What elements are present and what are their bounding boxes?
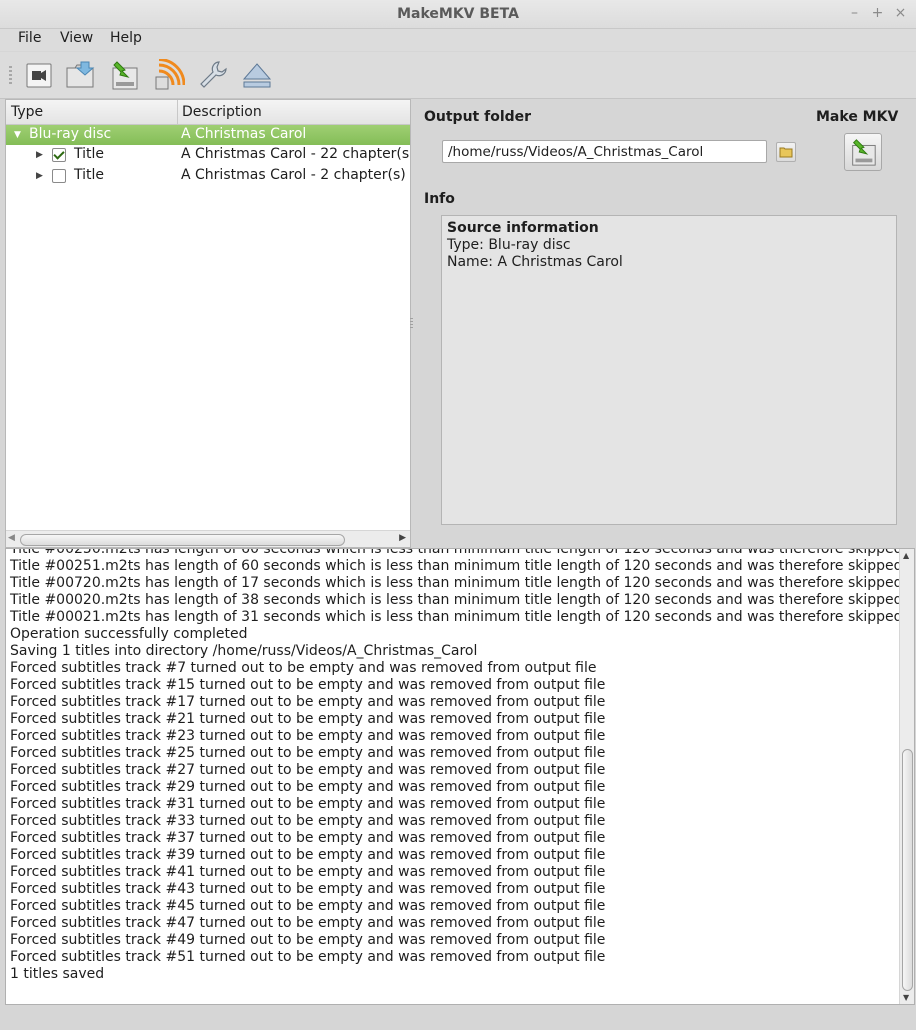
log-line: Forced subtitles track #51 turned out to… xyxy=(10,949,606,965)
make-mkv-button[interactable] xyxy=(844,133,882,171)
log-line: Forced subtitles track #39 turned out to… xyxy=(10,847,606,863)
row-description: A Christmas Carol - 2 chapter(s) , 2.1 G… xyxy=(181,167,410,183)
info-label: Info xyxy=(424,191,455,207)
log-line: Forced subtitles track #43 turned out to… xyxy=(10,881,606,897)
scroll-left-icon[interactable]: ◀ xyxy=(8,533,15,543)
info-heading: Source information xyxy=(447,220,599,236)
scroll-right-icon[interactable]: ▶ xyxy=(399,533,406,543)
row-type: Title xyxy=(74,167,105,183)
log-line: Forced subtitles track #23 turned out to… xyxy=(10,728,606,744)
log-line: 1 titles saved xyxy=(10,966,105,982)
scroll-down-icon[interactable]: ▼ xyxy=(903,993,909,1002)
scroll-up-icon[interactable]: ▲ xyxy=(903,551,909,560)
maximize-button[interactable]: + xyxy=(870,5,885,21)
log-text: Title #00250.m2ts has length of 60 secon… xyxy=(10,548,903,983)
title-checkbox[interactable] xyxy=(52,169,66,183)
row-description: A Christmas Carol - 22 chapter(s) , 3.1 … xyxy=(181,146,410,162)
open-files-icon xyxy=(26,63,52,88)
log-line: Forced subtitles track #17 turned out to… xyxy=(10,694,606,710)
open-files-button[interactable] xyxy=(22,58,56,92)
log-line: Forced subtitles track #31 turned out to… xyxy=(10,796,606,812)
menu-help[interactable]: Help xyxy=(110,30,142,46)
stream-icon xyxy=(155,59,185,90)
eject-button[interactable] xyxy=(240,58,274,92)
info-panel: Source information Type: Blu-ray disc Na… xyxy=(441,215,897,525)
browse-folder-button[interactable] xyxy=(776,142,796,162)
close-button[interactable]: × xyxy=(893,5,908,21)
open-disc-button[interactable] xyxy=(63,58,97,92)
minimize-button[interactable]: – xyxy=(847,5,862,21)
toolbar xyxy=(0,52,916,99)
column-type[interactable]: Type xyxy=(11,104,43,120)
log-panel[interactable]: Title #00250.m2ts has length of 60 secon… xyxy=(5,548,915,1005)
make-mkv-label: Make MKV xyxy=(816,109,899,125)
info-type: Type: Blu-ray disc xyxy=(447,237,571,253)
output-folder-input[interactable]: /home/russ/Videos/A_Christmas_Carol xyxy=(442,140,767,163)
log-line: Title #00250.m2ts has length of 60 secon… xyxy=(10,548,903,557)
vertical-scrollbar[interactable]: ▲ ▼ xyxy=(899,549,914,1004)
log-line: Title #00720.m2ts has length of 17 secon… xyxy=(10,575,903,591)
backup-icon xyxy=(112,61,138,90)
menu-file[interactable]: File xyxy=(18,30,41,46)
log-line: Title #00021.m2ts has length of 31 secon… xyxy=(10,609,903,625)
expand-arrow-icon[interactable]: ▼ xyxy=(14,130,21,140)
column-separator[interactable] xyxy=(177,100,178,124)
status-bar xyxy=(0,1006,916,1030)
log-line: Saving 1 titles into directory /home/rus… xyxy=(10,643,478,659)
log-line: Forced subtitles track #45 turned out to… xyxy=(10,898,606,914)
info-name: Name: A Christmas Carol xyxy=(447,254,623,270)
menu-bar: File View Help xyxy=(0,29,916,51)
menu-view[interactable]: View xyxy=(60,30,93,46)
wrench-icon xyxy=(200,61,227,88)
log-line: Title #00251.m2ts has length of 60 secon… xyxy=(10,558,903,574)
log-line: Title #00020.m2ts has length of 38 secon… xyxy=(10,592,903,608)
log-line: Operation successfully completed xyxy=(10,626,248,642)
disc-tree[interactable]: Type Description ▼ Blu-ray disc A Christ… xyxy=(5,99,411,548)
log-line: Forced subtitles track #15 turned out to… xyxy=(10,677,606,693)
log-line: Forced subtitles track #27 turned out to… xyxy=(10,762,606,778)
collapsed-arrow-icon[interactable]: ▶ xyxy=(36,171,43,181)
log-line: Forced subtitles track #21 turned out to… xyxy=(10,711,606,727)
scrollbar-thumb[interactable] xyxy=(902,749,913,991)
make-mkv-icon xyxy=(852,139,876,166)
tree-row-title[interactable]: ▶ Title A Christmas Carol - 2 chapter(s)… xyxy=(6,166,410,186)
scrollbar-thumb[interactable] xyxy=(20,534,345,546)
settings-button[interactable] xyxy=(196,58,230,92)
eject-icon xyxy=(242,63,272,88)
title-checkbox[interactable] xyxy=(52,148,66,162)
stream-button[interactable] xyxy=(152,58,186,92)
log-line: Forced subtitles track #41 turned out to… xyxy=(10,864,606,880)
open-disc-icon xyxy=(66,61,95,88)
log-line: Forced subtitles track #49 turned out to… xyxy=(10,932,606,948)
row-type: Blu-ray disc xyxy=(29,126,112,142)
row-type: Title xyxy=(74,146,105,162)
collapsed-arrow-icon[interactable]: ▶ xyxy=(36,150,43,160)
log-line: Forced subtitles track #29 turned out to… xyxy=(10,779,606,795)
title-bar: MakeMKV BETA – + × xyxy=(0,0,916,29)
backup-button[interactable] xyxy=(107,58,141,92)
tree-row-disc[interactable]: ▼ Blu-ray disc A Christmas Carol xyxy=(6,125,410,145)
row-description: A Christmas Carol xyxy=(181,126,307,142)
log-line: Forced subtitles track #7 turned out to … xyxy=(10,660,597,676)
log-line: Forced subtitles track #37 turned out to… xyxy=(10,830,606,846)
log-line: Forced subtitles track #25 turned out to… xyxy=(10,745,606,761)
log-line: Forced subtitles track #47 turned out to… xyxy=(10,915,606,931)
output-folder-label: Output folder xyxy=(424,109,532,125)
pane-divider-handle[interactable] xyxy=(410,318,413,328)
log-line: Forced subtitles track #33 turned out to… xyxy=(10,813,606,829)
horizontal-scrollbar[interactable]: ◀ ▶ xyxy=(6,530,410,547)
window-title: MakeMKV BETA xyxy=(397,6,519,22)
tree-row-title[interactable]: ▶ Title A Christmas Carol - 22 chapter(s… xyxy=(6,145,410,165)
toolbar-grip xyxy=(9,66,12,84)
window-controls: – + × xyxy=(847,5,908,21)
tree-header: Type Description xyxy=(6,100,410,125)
column-description[interactable]: Description xyxy=(182,104,262,120)
folder-icon xyxy=(779,147,793,158)
